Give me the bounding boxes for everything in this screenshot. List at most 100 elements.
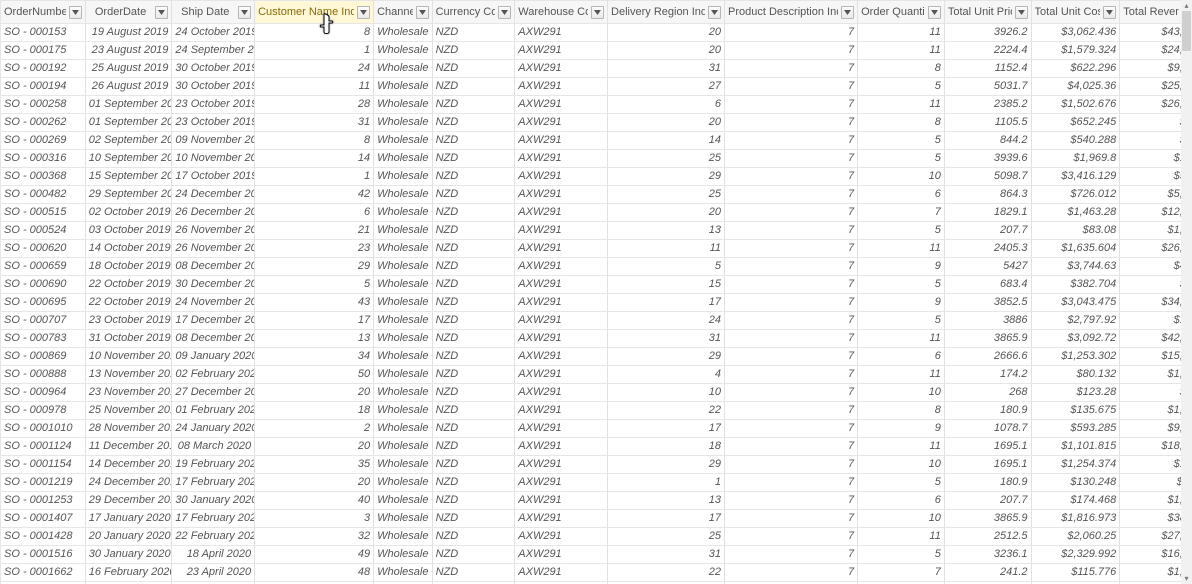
- cell-order-number[interactable]: SO - 000192: [1, 60, 86, 78]
- filter-dropdown-icon[interactable]: [708, 6, 721, 19]
- cell-currency-code[interactable]: NZD: [432, 366, 515, 384]
- cell-customer-name-index[interactable]: 11: [255, 78, 374, 96]
- cell-channel[interactable]: Wholesale: [374, 474, 432, 492]
- cell-order-date[interactable]: 14 October 2019: [85, 240, 172, 258]
- cell-currency-code[interactable]: NZD: [432, 114, 515, 132]
- cell-delivery-region-index[interactable]: 20: [608, 24, 725, 42]
- cell-channel[interactable]: Wholesale: [374, 150, 432, 168]
- table-row[interactable]: SO - 00017523 August 201924 September 20…: [1, 42, 1192, 60]
- cell-ship-date[interactable]: 26 November 2019: [172, 240, 255, 258]
- cell-channel[interactable]: Wholesale: [374, 132, 432, 150]
- cell-customer-name-index[interactable]: 20: [255, 384, 374, 402]
- cell-total-unit-cost[interactable]: $80.132: [1031, 366, 1120, 384]
- cell-total-unit-price[interactable]: 207.7: [944, 222, 1031, 240]
- cell-total-unit-cost[interactable]: $1,254.374: [1031, 456, 1120, 474]
- cell-channel[interactable]: Wholesale: [374, 312, 432, 330]
- cell-order-date[interactable]: 30 January 2020: [85, 546, 172, 564]
- cell-delivery-region-index[interactable]: 6: [608, 96, 725, 114]
- header-order-number[interactable]: OrderNumber: [1, 1, 86, 24]
- cell-channel[interactable]: Wholesale: [374, 78, 432, 96]
- cell-total-unit-cost[interactable]: $135.675: [1031, 402, 1120, 420]
- filter-dropdown-icon[interactable]: [238, 6, 251, 19]
- cell-warehouse-code[interactable]: AXW291: [515, 528, 608, 546]
- cell-order-quantity[interactable]: 9: [858, 420, 945, 438]
- cell-order-number[interactable]: SO - 000783: [1, 330, 86, 348]
- table-row[interactable]: SO - 00052403 October 201926 November 20…: [1, 222, 1192, 240]
- cell-currency-code[interactable]: NZD: [432, 78, 515, 96]
- cell-product-description-index[interactable]: 7: [725, 204, 858, 222]
- cell-warehouse-code[interactable]: AXW291: [515, 240, 608, 258]
- cell-order-quantity[interactable]: 10: [858, 456, 945, 474]
- cell-order-quantity[interactable]: 5: [858, 276, 945, 294]
- cell-customer-name-index[interactable]: 49: [255, 546, 374, 564]
- cell-order-date[interactable]: 23 October 2019: [85, 312, 172, 330]
- header-total-unit-price[interactable]: Total Unit Price: [944, 1, 1031, 24]
- cell-order-number[interactable]: SO - 000262: [1, 114, 86, 132]
- cell-order-number[interactable]: SO - 0001010: [1, 420, 86, 438]
- cell-product-description-index[interactable]: 7: [725, 24, 858, 42]
- table-row[interactable]: SO - 000112411 December 201908 March 202…: [1, 438, 1192, 456]
- cell-total-unit-price[interactable]: 3865.9: [944, 510, 1031, 528]
- cell-currency-code[interactable]: NZD: [432, 546, 515, 564]
- table-row[interactable]: SO - 00088813 November 201902 February 2…: [1, 366, 1192, 384]
- cell-channel[interactable]: Wholesale: [374, 240, 432, 258]
- cell-customer-name-index[interactable]: 29: [255, 258, 374, 276]
- cell-delivery-region-index[interactable]: 24: [608, 312, 725, 330]
- cell-order-number[interactable]: SO - 0001253: [1, 492, 86, 510]
- cell-total-unit-price[interactable]: 174.2: [944, 366, 1031, 384]
- cell-currency-code[interactable]: NZD: [432, 150, 515, 168]
- cell-ship-date[interactable]: 23 October 2019: [172, 114, 255, 132]
- cell-total-unit-cost[interactable]: $1,502.676: [1031, 96, 1120, 114]
- table-row[interactable]: SO - 00015319 August 201924 October 2019…: [1, 24, 1192, 42]
- cell-order-quantity[interactable]: 11: [858, 96, 945, 114]
- cell-product-description-index[interactable]: 7: [725, 438, 858, 456]
- cell-customer-name-index[interactable]: 3: [255, 510, 374, 528]
- cell-delivery-region-index[interactable]: 17: [608, 420, 725, 438]
- cell-ship-date[interactable]: 17 October 2019: [172, 168, 255, 186]
- cell-total-unit-price[interactable]: 864.3: [944, 186, 1031, 204]
- cell-product-description-index[interactable]: 7: [725, 474, 858, 492]
- cell-total-unit-cost[interactable]: $2,797.92: [1031, 312, 1120, 330]
- cell-order-date[interactable]: 17 January 2020: [85, 510, 172, 528]
- cell-warehouse-code[interactable]: AXW291: [515, 276, 608, 294]
- cell-order-quantity[interactable]: 10: [858, 510, 945, 528]
- cell-currency-code[interactable]: NZD: [432, 456, 515, 474]
- table-row[interactable]: SO - 00019225 August 201930 October 2019…: [1, 60, 1192, 78]
- cell-delivery-region-index[interactable]: 29: [608, 168, 725, 186]
- cell-order-date[interactable]: 29 December 2019: [85, 492, 172, 510]
- header-customer-name-index[interactable]: Customer Name Index: [255, 1, 374, 24]
- table-row[interactable]: SO - 000166216 February 202023 April 202…: [1, 564, 1192, 582]
- cell-warehouse-code[interactable]: AXW291: [515, 78, 608, 96]
- cell-total-unit-price[interactable]: 241.2: [944, 564, 1031, 582]
- cell-total-unit-price[interactable]: 2224.4: [944, 42, 1031, 60]
- cell-customer-name-index[interactable]: 1: [255, 168, 374, 186]
- cell-channel[interactable]: Wholesale: [374, 204, 432, 222]
- table-row[interactable]: SO - 000142820 January 202022 February 2…: [1, 528, 1192, 546]
- cell-warehouse-code[interactable]: AXW291: [515, 384, 608, 402]
- cell-ship-date[interactable]: 23 April 2020: [172, 564, 255, 582]
- cell-channel[interactable]: Wholesale: [374, 384, 432, 402]
- cell-warehouse-code[interactable]: AXW291: [515, 114, 608, 132]
- filter-dropdown-icon[interactable]: [69, 6, 82, 19]
- cell-order-number[interactable]: SO - 000175: [1, 42, 86, 60]
- cell-currency-code[interactable]: NZD: [432, 60, 515, 78]
- cell-customer-name-index[interactable]: 50: [255, 366, 374, 384]
- cell-order-number[interactable]: SO - 000515: [1, 204, 86, 222]
- cell-customer-name-index[interactable]: 35: [255, 456, 374, 474]
- cell-channel[interactable]: Wholesale: [374, 510, 432, 528]
- cell-total-unit-cost[interactable]: $593.285: [1031, 420, 1120, 438]
- cell-currency-code[interactable]: NZD: [432, 420, 515, 438]
- cell-warehouse-code[interactable]: AXW291: [515, 222, 608, 240]
- cell-channel[interactable]: Wholesale: [374, 348, 432, 366]
- cell-delivery-region-index[interactable]: 25: [608, 186, 725, 204]
- cell-total-unit-cost[interactable]: $2,060.25: [1031, 528, 1120, 546]
- cell-order-quantity[interactable]: 11: [858, 438, 945, 456]
- cell-order-quantity[interactable]: 8: [858, 60, 945, 78]
- cell-customer-name-index[interactable]: 40: [255, 492, 374, 510]
- cell-delivery-region-index[interactable]: 4: [608, 366, 725, 384]
- cell-order-date[interactable]: 20 January 2020: [85, 528, 172, 546]
- cell-order-number[interactable]: SO - 0001124: [1, 438, 86, 456]
- cell-ship-date[interactable]: 09 November 2019: [172, 132, 255, 150]
- cell-total-unit-cost[interactable]: $1,463.28: [1031, 204, 1120, 222]
- cell-currency-code[interactable]: NZD: [432, 24, 515, 42]
